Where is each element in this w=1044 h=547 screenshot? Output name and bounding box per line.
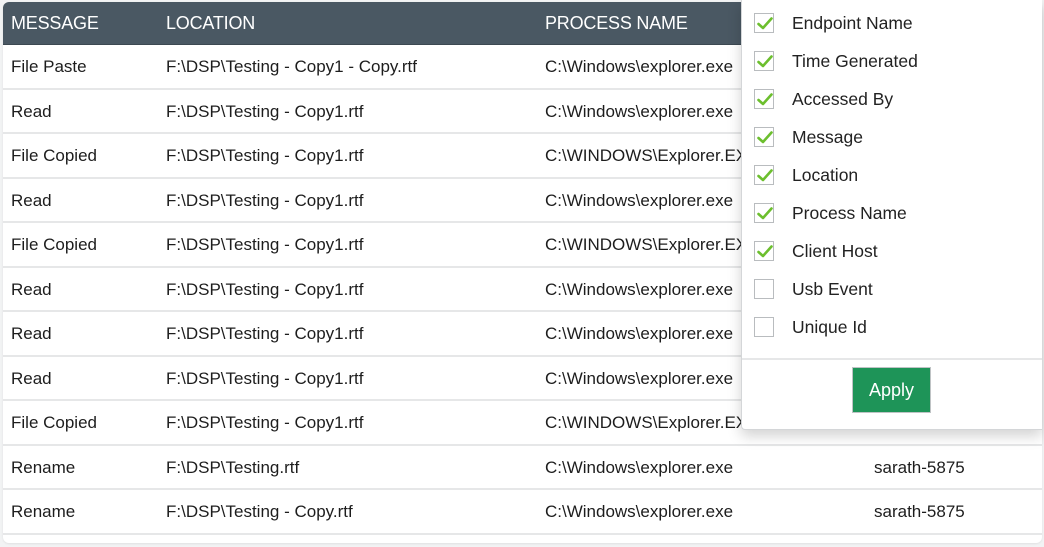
column-option-label: Client Host — [792, 240, 878, 261]
message-cell: Read — [11, 279, 52, 299]
message-cell: File Copied — [11, 146, 97, 165]
process-name-cell: C:\Windows\explorer.exe — [545, 324, 734, 343]
column-chooser-popup: Endpoint Name Time Generated Accessed By Me… — [741, 0, 1042, 430]
location-cell: F:\DSP\Testing - Copy.rtf — [166, 502, 353, 521]
column-option[interactable]: Accessed By — [754, 87, 893, 111]
table-row[interactable]: Rename F:\DSP\Testing.rtf C:\Windows\explo… — [3, 446, 1042, 490]
checkbox[interactable] — [754, 317, 774, 337]
message-cell: Read — [11, 190, 52, 210]
column-option[interactable]: Location — [754, 163, 858, 187]
process-name-cell: C:\Windows\explorer.exe — [545, 457, 734, 477]
checkmark-icon — [757, 169, 773, 182]
message-cell: Read — [11, 368, 52, 388]
column-option-label: Endpoint Name — [792, 12, 913, 33]
column-option[interactable]: Usb Event — [754, 277, 873, 301]
column-option[interactable]: Process Name — [754, 201, 907, 225]
column-header-location[interactable]: LOCATION — [166, 2, 255, 44]
column-option-label: Location — [792, 164, 859, 185]
popup-divider — [742, 358, 1042, 360]
column-option[interactable]: Unique Id — [754, 315, 867, 339]
checkbox[interactable] — [754, 203, 774, 223]
message-cell: File Paste — [11, 57, 87, 76]
message-cell: File Copied — [11, 235, 97, 254]
location-cell: F:\DSP\Testing - Copy1.rtf — [166, 324, 364, 343]
process-name-cell: C:\Windows\explorer.exe — [545, 190, 734, 210]
checkbox[interactable] — [754, 89, 774, 109]
column-option-label: Unique Id — [792, 316, 867, 337]
column-option[interactable]: Time Generated — [754, 49, 918, 73]
location-cell: F:\DSP\Testing - Copy1.rtf — [166, 235, 364, 254]
message-cell: File Copied — [11, 413, 97, 432]
column-header-process-name[interactable]: PROCESS NAME — [545, 2, 688, 44]
checkbox[interactable] — [754, 51, 774, 71]
column-option-label: Message — [792, 126, 864, 147]
process-name-cell: C:\WINDOWS\Explorer.EXE — [545, 413, 759, 432]
location-cell: F:\DSP\Testing - Copy1.rtf — [166, 279, 364, 299]
process-name-cell: C:\WINDOWS\Explorer.EXE — [545, 146, 759, 165]
location-cell: F:\DSP\Testing - Copy1 - Copy.rtf — [166, 57, 417, 76]
column-option-label: Process Name — [792, 202, 907, 223]
table-row[interactable]: Rename F:\DSP\Testing - Copy.rtf C:\Window… — [3, 490, 1042, 535]
location-cell: F:\DSP\Testing - Copy1.rtf — [166, 368, 364, 388]
message-cell: Rename — [11, 502, 76, 521]
message-cell: Rename — [11, 457, 76, 477]
checkmark-icon — [757, 131, 773, 144]
process-name-cell: C:\Windows\explorer.exe — [545, 368, 734, 388]
column-option[interactable]: Message — [754, 125, 863, 149]
column-option-label: Accessed By — [792, 88, 894, 109]
location-cell: F:\DSP\Testing - Copy1.rtf — [166, 101, 364, 121]
checkbox[interactable] — [754, 13, 774, 33]
checkmark-icon — [757, 93, 773, 106]
location-cell: F:\DSP\Testing - Copy1.rtf — [166, 146, 364, 165]
checkmark-icon — [757, 245, 773, 258]
location-cell: F:\DSP\Testing - Copy1.rtf — [166, 413, 364, 432]
process-name-cell: C:\Windows\explorer.exe — [545, 57, 734, 76]
location-cell: F:\DSP\Testing.rtf — [166, 457, 300, 477]
checkbox[interactable] — [754, 241, 774, 261]
client-host-cell: sarath-5875 — [874, 457, 965, 477]
checkmark-icon — [757, 55, 773, 68]
apply-button[interactable]: Apply — [852, 367, 931, 413]
process-name-cell: C:\WINDOWS\Explorer.EXE — [545, 235, 759, 254]
column-option-label: Time Generated — [792, 50, 918, 71]
message-cell: Read — [11, 324, 52, 343]
process-name-cell: C:\Windows\explorer.exe — [545, 502, 734, 521]
client-host-cell: sarath-5875 — [874, 502, 965, 521]
column-option[interactable]: Client Host — [754, 239, 878, 263]
column-option[interactable]: Endpoint Name — [754, 11, 913, 35]
checkbox[interactable] — [754, 165, 774, 185]
process-name-cell: C:\Windows\explorer.exe — [545, 279, 734, 299]
column-header-message[interactable]: MESSAGE — [11, 2, 99, 44]
column-option-label: Usb Event — [792, 278, 873, 299]
location-cell: F:\DSP\Testing - Copy1.rtf — [166, 190, 364, 210]
process-name-cell: C:\Windows\explorer.exe — [545, 101, 734, 121]
checkbox[interactable] — [754, 127, 774, 147]
checkmark-icon — [757, 207, 773, 220]
checkmark-icon — [757, 17, 773, 30]
message-cell: Read — [11, 101, 52, 121]
checkbox[interactable] — [754, 279, 774, 299]
